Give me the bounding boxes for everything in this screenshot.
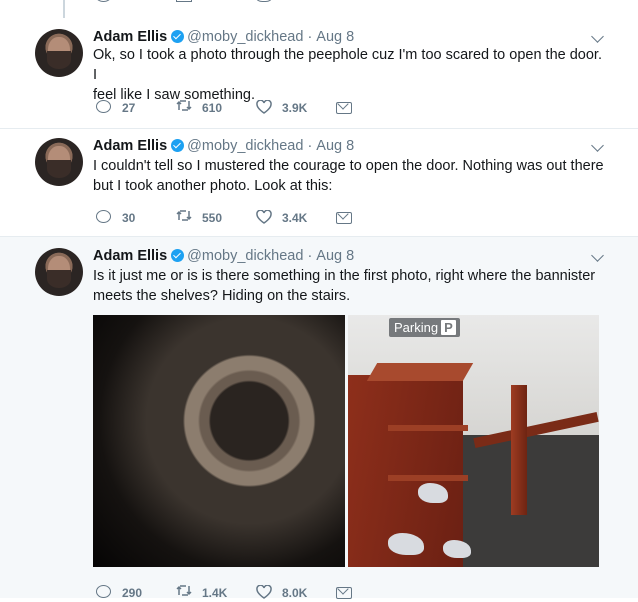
author-handle[interactable]: @moby_dickhead — [187, 138, 303, 154]
parking-sign-box: P — [441, 320, 456, 335]
envelope-icon — [336, 102, 352, 114]
author-name[interactable]: Adam Ellis — [93, 138, 167, 154]
retweet-count: 550 — [202, 211, 223, 225]
tweet-header: Adam Ellis @moby_dickhead · Aug 8 — [93, 28, 354, 46]
chevron-down-icon[interactable] — [591, 139, 604, 152]
tweet[interactable]: Adam Ellis @moby_dickhead · Aug 8 Ok, so I … — [0, 18, 638, 128]
tweet-text: Is it just me or is is there something i… — [93, 266, 608, 306]
reply-count: 290 — [122, 586, 143, 600]
chevron-down-icon[interactable] — [591, 249, 604, 262]
like-count: 3.4K — [282, 211, 308, 225]
retweet-icon — [176, 585, 192, 596]
tweet-date[interactable]: Aug 8 — [316, 138, 354, 154]
like-count: 8.0K — [282, 586, 308, 600]
author-name[interactable]: Adam Ellis — [93, 248, 167, 264]
tweet-text-line: I couldn't tell so I mustered the courag… — [93, 158, 604, 174]
tweet-text: I couldn't tell so I mustered the courag… — [93, 156, 608, 196]
verified-badge-icon — [171, 30, 185, 43]
avatar[interactable] — [35, 248, 83, 296]
author-handle[interactable]: @moby_dickhead — [187, 29, 303, 45]
parking-sign-text: Parking — [394, 320, 439, 335]
chevron-down-icon[interactable] — [591, 30, 604, 43]
verified-badge-icon — [171, 139, 185, 152]
separator: · — [307, 138, 313, 154]
heart-icon — [256, 100, 272, 114]
retweet-count: 610 — [202, 101, 223, 115]
tweet-text-line: meets the shelves? Hiding on the stairs. — [93, 288, 351, 304]
author-name[interactable]: Adam Ellis — [93, 29, 167, 45]
avatar[interactable] — [35, 138, 83, 186]
tweet-header: Adam Ellis @moby_dickhead · Aug 8 — [93, 247, 354, 265]
parking-sign: Parking P — [389, 318, 460, 337]
avatar[interactable] — [35, 29, 83, 77]
retweet-count: 1.4K — [202, 586, 228, 600]
heart-icon — [256, 210, 272, 224]
tweet-date[interactable]: Aug 8 — [316, 248, 354, 264]
like-count: 3.9K — [282, 101, 308, 115]
stairs-photo[interactable]: Parking P — [348, 315, 599, 567]
tweet-date[interactable]: Aug 8 — [316, 29, 354, 45]
envelope-icon — [336, 587, 352, 599]
reply-icon — [96, 210, 111, 223]
envelope-icon — [336, 212, 352, 224]
tweet-text-line: Is it just me or is is there something i… — [93, 268, 596, 284]
verified-badge-icon — [171, 249, 185, 262]
tweet[interactable]: Adam Ellis @moby_dickhead · Aug 8 I couldn'… — [0, 128, 638, 237]
separator: · — [307, 248, 313, 264]
cut-off-actions — [96, 0, 396, 2]
tweet-actions: 27 610 3.9K — [96, 99, 356, 117]
separator: · — [307, 29, 313, 45]
peephole-photo[interactable] — [93, 315, 345, 567]
tweet-header: Adam Ellis @moby_dickhead · Aug 8 — [93, 137, 354, 155]
tweet-actions: 290 1.4K 8.0K — [96, 584, 356, 602]
reply-count: 30 — [122, 211, 136, 225]
author-handle[interactable]: @moby_dickhead — [187, 248, 303, 264]
retweet-icon — [176, 100, 192, 111]
tweet-text: Ok, so I took a photo through the peepho… — [93, 45, 608, 105]
reply-icon — [96, 100, 111, 113]
tweet-text-line: but I took another photo. Look at this: — [93, 178, 333, 194]
reply-icon — [96, 585, 111, 598]
tweet-actions: 30 550 3.4K — [96, 209, 356, 227]
retweet-icon — [176, 210, 192, 221]
reply-count: 27 — [122, 101, 136, 115]
tweet-text-line: Ok, so I took a photo through the peepho… — [93, 47, 602, 83]
